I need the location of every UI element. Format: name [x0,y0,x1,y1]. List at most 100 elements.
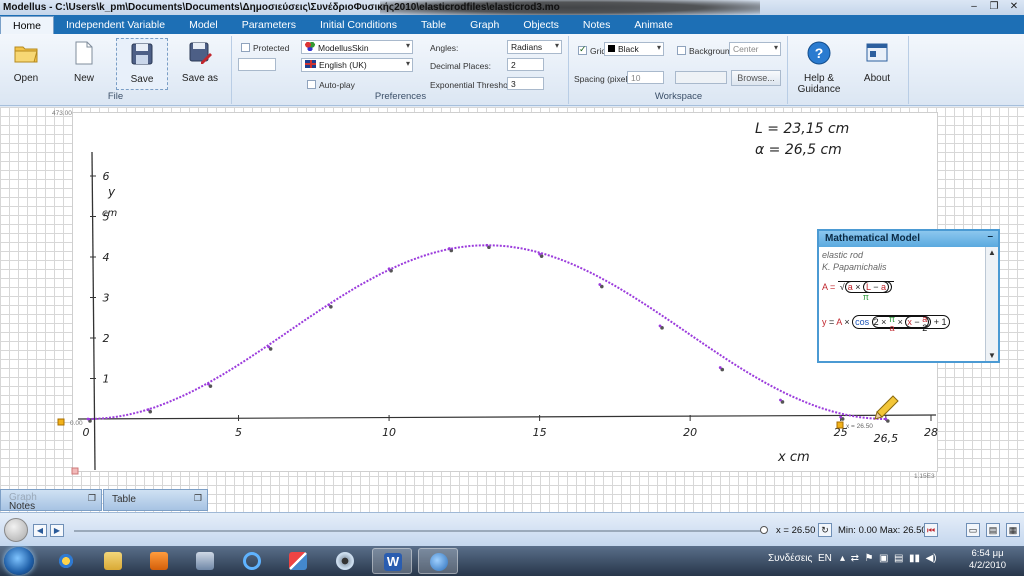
data-point [718,366,722,369]
word-icon: W [384,553,402,571]
table-tab[interactable]: Table ❐ [103,489,208,511]
data-point [779,398,782,402]
step-back-button[interactable]: ◀ [33,524,47,537]
y-tick-label: 4 [103,251,110,264]
system-clock[interactable]: 6:54 μμ 4/2/2010 [969,548,1006,572]
dock-notes-label: Notes [9,501,36,512]
pencil-icon [876,395,899,418]
sync-icon [243,552,261,570]
modellus-icon [430,553,448,571]
x-tick-label: 0 [83,426,90,439]
x-tick-label: 15 [533,426,547,439]
eq-const: 2 [873,317,879,327]
webcam-icon [336,552,354,570]
min-max-range: Min: 0.00 Max: 26.50 [838,525,927,536]
x-axis-line [77,414,937,420]
independent-variable-value: x = 26.50 [776,525,816,536]
model-window-title: Mathematical Model [825,233,921,244]
clock-time: 6:54 μμ [971,548,1004,559]
scroll-up-icon[interactable]: ▲ [988,248,996,257]
x-tick-label: 20 [683,426,697,439]
eq-var-y: y [822,317,827,327]
x-tick-label: 10 [382,426,396,439]
step-forward-button[interactable]: ▶ [50,524,64,537]
data-point [884,417,888,421]
y-axis-line [91,151,96,471]
graph-notes-tab[interactable]: Graph Notes ❐ [0,489,102,512]
media-player-app[interactable] [139,548,179,574]
model-note-author: K. Papamichalis [822,262,887,272]
internet-explorer-app[interactable] [46,548,86,574]
tray-icons[interactable]: ▴ ⇄ ⚑ ▣ ▤ ▮▮ ◀) [840,553,937,564]
layout-icon[interactable]: ▭ [966,523,980,537]
eq-var-a: a [881,282,887,292]
eq-var-l: L [866,282,871,292]
language-indicator[interactable]: EN [818,553,832,564]
y-axis-unit: cm [102,208,117,219]
play-button[interactable] [4,518,28,542]
data-point [267,345,271,349]
data-point [327,303,331,307]
animation-bar: ◀ ▶ x = 26.50 ↻ Min: 0.00 Max: 26.50 ⏮ ▭… [0,512,1024,546]
network-app[interactable] [185,548,225,574]
eq-const: 2 [922,323,928,333]
model-window-titlebar[interactable]: Mathematical Model – [819,231,998,247]
eq-var-a: a [889,323,895,333]
x-tick-label: 26,5 [874,432,899,445]
x-tick-label: 5 [235,426,242,439]
eq-cos: cos [855,317,870,327]
origin-marker [57,418,65,426]
data-point [387,267,391,271]
restore-icon[interactable]: ❐ [194,493,202,504]
word-app[interactable]: W [372,548,412,574]
eq-var-x: x [907,317,912,327]
eq-op: × [855,282,861,292]
explorer-app[interactable] [93,548,133,574]
animation-slider-track[interactable] [74,530,764,532]
eq-op: − [873,282,879,292]
stop-icon[interactable]: ⏮ [924,523,938,537]
data-point [538,252,542,256]
connections-label[interactable]: Συνδέσεις [768,553,812,564]
eq-op: = [829,317,835,327]
model-scrollbar[interactable]: ▲ ▼ [985,247,998,361]
point-coordinate-label: x = 26.50 [846,423,873,430]
clock-date: 4/2/2010 [969,560,1006,571]
length-annotation: L = 23,15 cm [755,121,849,137]
tile-icon[interactable]: ▤ [986,523,1000,537]
data-point [598,283,602,286]
start-button[interactable] [4,547,34,575]
equation-amplitude[interactable]: A = √ a × L − a π [822,281,895,302]
eq-op: + [933,317,939,327]
data-point [485,243,489,247]
point-marker [836,421,844,429]
y-tick-label: 1 [103,373,110,386]
internet-explorer-icon [57,552,75,570]
scroll-down-icon[interactable]: ▼ [988,351,996,360]
eq-pi: π [862,292,870,302]
restore-icon[interactable]: ❐ [88,493,96,504]
minimize-icon[interactable]: – [987,231,993,242]
x-axis-label: x cm [777,450,810,465]
y-tick-label: 3 [103,292,110,305]
animation-slider-handle[interactable] [760,526,768,534]
data-point [447,247,451,250]
model-editor[interactable]: elastic rod K. Papamichalis A = √ a × L −… [819,247,985,361]
dock-table-label: Table [112,494,136,505]
windows-taskbar: W Συνδέσεις EN ▴ ⇄ ⚑ ▣ ▤ ▮▮ ◀) 6:54 μμ 4/… [0,546,1024,576]
eq-var-a: a [847,282,853,292]
media-player-icon [150,552,168,570]
webcam-app[interactable] [325,548,365,574]
data-point [146,408,150,412]
eq-var-a-upper: A [836,317,842,327]
x-tick-label: 28 [924,426,938,439]
tool-app[interactable] [278,548,318,574]
grid-view-icon[interactable]: ▦ [1006,523,1020,537]
resize-marker [71,467,79,475]
equation-y[interactable]: y = A × cos 2 × πa × x − a2 + 1 [822,315,950,333]
sync-app[interactable] [232,548,272,574]
modellus-app[interactable] [418,548,458,574]
mathematical-model-window[interactable]: Mathematical Model – elastic rod K. Papam… [817,229,1000,363]
y-tick-label: 6 [103,170,110,183]
refresh-icon[interactable]: ↻ [818,523,832,537]
